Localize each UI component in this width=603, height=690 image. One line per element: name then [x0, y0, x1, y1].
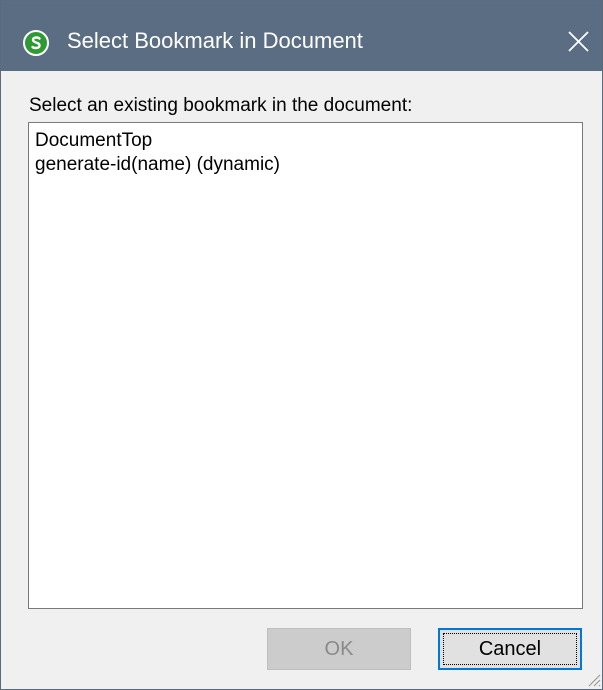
ok-button[interactable]: OK — [267, 628, 411, 670]
focus-ring — [443, 633, 577, 665]
bookmark-listbox[interactable]: DocumentTop generate-id(name) (dynamic) — [28, 122, 583, 609]
select-bookmark-dialog: Select Bookmark in Document Select an ex… — [0, 0, 603, 690]
list-item[interactable]: generate-id(name) (dynamic) — [35, 154, 280, 176]
resize-grip-icon[interactable] — [585, 671, 601, 687]
title-bar[interactable]: Select Bookmark in Document — [1, 1, 602, 71]
list-item[interactable]: DocumentTop — [35, 130, 152, 152]
cancel-button[interactable]: Cancel — [438, 628, 582, 670]
altova-stylevision-icon — [23, 30, 49, 56]
close-icon — [568, 31, 589, 52]
dialog-title: Select Bookmark in Document — [67, 28, 363, 53]
close-button[interactable] — [557, 19, 601, 63]
prompt-label: Select an existing bookmark in the docum… — [29, 95, 413, 116]
